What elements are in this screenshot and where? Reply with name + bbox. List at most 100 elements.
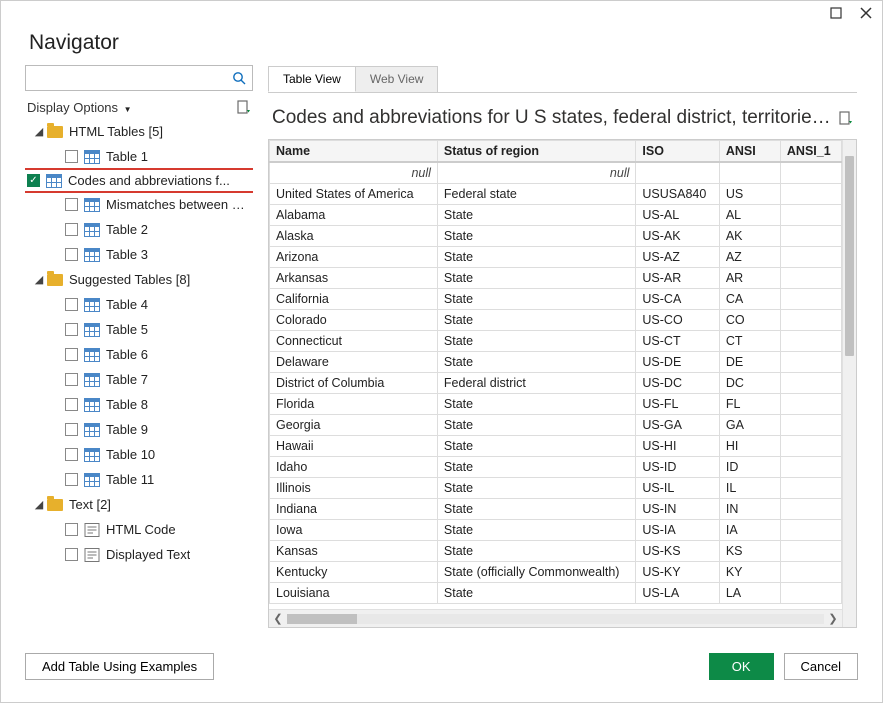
preview-grid-area: NameStatus of regionISOANSIANSI_1nullnul… — [268, 139, 857, 628]
data-grid[interactable]: NameStatus of regionISOANSIANSI_1nullnul… — [269, 140, 842, 604]
column-header[interactable]: ANSI_1 — [780, 141, 841, 163]
tree-item[interactable]: Mismatches between USP... — [25, 192, 253, 217]
table-row[interactable]: IllinoisStateUS-ILIL — [270, 478, 842, 499]
tree-item[interactable]: HTML Code — [25, 517, 253, 542]
search-input[interactable] — [32, 71, 232, 86]
table-row[interactable]: AlaskaStateUS-AKAK — [270, 226, 842, 247]
table-row[interactable]: LouisianaStateUS-LALA — [270, 583, 842, 604]
tree-item-checkbox[interactable] — [65, 423, 78, 436]
tree-folder[interactable]: ◢Text [2] — [25, 492, 253, 517]
scroll-thumb[interactable] — [287, 614, 357, 624]
table-cell: Delaware — [270, 352, 438, 373]
table-row[interactable]: ConnecticutStateUS-CTCT — [270, 331, 842, 352]
tree-item-checkbox[interactable] — [65, 473, 78, 486]
table-icon — [84, 223, 100, 237]
tree-folder[interactable]: ◢HTML Tables [5] — [25, 119, 253, 144]
tree-item[interactable]: Table 3 — [25, 242, 253, 267]
table-row[interactable]: DelawareStateUS-DEDE — [270, 352, 842, 373]
table-row[interactable]: ArkansasStateUS-ARAR — [270, 268, 842, 289]
column-header[interactable]: ISO — [636, 141, 719, 163]
refresh-preview-icon[interactable] — [837, 110, 853, 126]
refresh-icon[interactable] — [235, 99, 251, 115]
tree-item[interactable]: Table 6 — [25, 342, 253, 367]
tree-item[interactable]: ✓Codes and abbreviations f... — [25, 168, 253, 193]
search-input-wrapper[interactable] — [25, 65, 253, 91]
display-options-dropdown[interactable]: Display Options ▼ — [27, 100, 132, 115]
tree-item-checkbox[interactable] — [65, 373, 78, 386]
tree-item-checkbox[interactable]: ✓ — [27, 174, 40, 187]
expander-icon[interactable]: ◢ — [33, 273, 45, 286]
table-row[interactable]: ColoradoStateUS-COCO — [270, 310, 842, 331]
search-icon[interactable] — [232, 71, 246, 85]
tree-item-checkbox[interactable] — [65, 150, 78, 163]
table-row[interactable]: AlabamaStateUS-ALAL — [270, 205, 842, 226]
table-row[interactable]: IdahoStateUS-IDID — [270, 457, 842, 478]
table-row[interactable]: ArizonaStateUS-AZAZ — [270, 247, 842, 268]
tree-item-checkbox[interactable] — [65, 548, 78, 561]
folder-icon — [47, 126, 63, 138]
table-row[interactable]: KentuckyState (officially Commonwealth)U… — [270, 562, 842, 583]
table-cell: null — [437, 162, 635, 184]
table-cell: US-CO — [636, 310, 719, 331]
maximize-icon[interactable] — [830, 7, 842, 19]
tree-item-checkbox[interactable] — [65, 223, 78, 236]
tree-item-checkbox[interactable] — [65, 248, 78, 261]
tree-item-checkbox[interactable] — [65, 448, 78, 461]
table-row[interactable]: District of ColumbiaFederal districtUS-D… — [270, 373, 842, 394]
table-cell: District of Columbia — [270, 373, 438, 394]
table-cell: State — [437, 541, 635, 562]
table-cell — [780, 562, 841, 583]
table-icon — [84, 198, 100, 212]
tree-item[interactable]: Table 4 — [25, 292, 253, 317]
tree-item[interactable]: Table 9 — [25, 417, 253, 442]
scroll-left-icon[interactable]: ❮ — [269, 612, 287, 625]
table-row[interactable]: HawaiiStateUS-HIHI — [270, 436, 842, 457]
vertical-scrollbar[interactable] — [842, 140, 856, 627]
table-row[interactable]: IowaStateUS-IAIA — [270, 520, 842, 541]
table-row[interactable]: nullnull — [270, 162, 842, 184]
expander-icon[interactable]: ◢ — [33, 498, 45, 511]
add-table-using-examples-button[interactable]: Add Table Using Examples — [25, 653, 214, 680]
tree-item[interactable]: Table 2 — [25, 217, 253, 242]
tree-item-checkbox[interactable] — [65, 398, 78, 411]
column-header[interactable]: Status of region — [437, 141, 635, 163]
tree-item-checkbox[interactable] — [65, 323, 78, 336]
column-header[interactable]: Name — [270, 141, 438, 163]
table-row[interactable]: FloridaStateUS-FLFL — [270, 394, 842, 415]
close-icon[interactable] — [860, 7, 872, 19]
scroll-track[interactable] — [287, 614, 824, 624]
cancel-button[interactable]: Cancel — [784, 653, 858, 680]
tree-item-checkbox[interactable] — [65, 348, 78, 361]
table-row[interactable]: IndianaStateUS-ININ — [270, 499, 842, 520]
table-cell: State — [437, 520, 635, 541]
tree-item[interactable]: Table 7 — [25, 367, 253, 392]
table-row[interactable]: GeorgiaStateUS-GAGA — [270, 415, 842, 436]
tree-item[interactable]: Table 1 — [25, 144, 253, 169]
tree-item[interactable]: Table 5 — [25, 317, 253, 342]
tree-item[interactable]: Table 8 — [25, 392, 253, 417]
tree-folder[interactable]: ◢Suggested Tables [8] — [25, 267, 253, 292]
tree-item-checkbox[interactable] — [65, 523, 78, 536]
table-cell — [780, 394, 841, 415]
scroll-right-icon[interactable]: ❯ — [824, 612, 842, 625]
expander-icon[interactable]: ◢ — [33, 125, 45, 138]
preview-tab[interactable]: Web View — [355, 66, 439, 92]
ok-button[interactable]: OK — [709, 653, 774, 680]
table-cell: US — [719, 184, 780, 205]
column-header[interactable]: ANSI — [719, 141, 780, 163]
table-cell: State — [437, 205, 635, 226]
table-row[interactable]: United States of AmericaFederal stateUSU… — [270, 184, 842, 205]
tree-item[interactable]: Table 11 — [25, 467, 253, 492]
preview-tab[interactable]: Table View — [268, 66, 356, 92]
table-cell: IN — [719, 499, 780, 520]
tree-item-label: Table 2 — [106, 222, 148, 237]
table-row[interactable]: CaliforniaStateUS-CACA — [270, 289, 842, 310]
table-row[interactable]: KansasStateUS-KSKS — [270, 541, 842, 562]
horizontal-scrollbar[interactable]: ❮ ❯ — [269, 609, 842, 627]
tree-item-checkbox[interactable] — [65, 298, 78, 311]
tree-item[interactable]: Displayed Text — [25, 542, 253, 567]
tree-item-checkbox[interactable] — [65, 198, 78, 211]
tree-item[interactable]: Table 10 — [25, 442, 253, 467]
navigator-tree[interactable]: ◢HTML Tables [5]Table 1✓Codes and abbrev… — [25, 119, 253, 629]
vscroll-thumb[interactable] — [845, 156, 854, 356]
